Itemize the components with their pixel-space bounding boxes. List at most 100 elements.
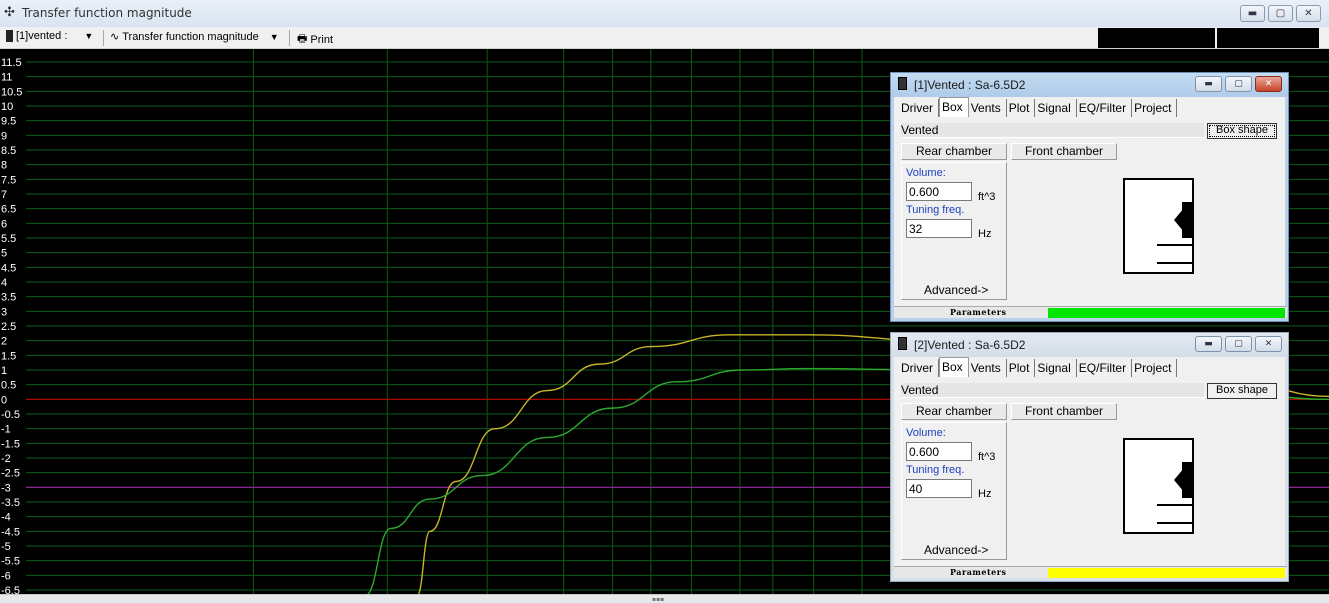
rear-chamber-panel: Volume: ft^3 Tuning freq. Hz Advanced-> (901, 422, 1007, 560)
box-tab-panel: Vented Box shape Rear chamber Front cham… (899, 377, 1282, 564)
y-tick-label: 10.5 (1, 86, 22, 98)
tuning-freq-input[interactable] (906, 479, 972, 498)
maximize-button[interactable]: ▢ (1225, 336, 1252, 352)
y-tick-label: -4 (1, 512, 11, 524)
y-tick-label: 0.5 (1, 380, 16, 392)
dialog-tabs: Driver Box Vents Plot Signal EQ/Filter P… (899, 97, 1178, 117)
y-tick-label: 11 (1, 72, 12, 84)
tab-project[interactable]: Project (1132, 99, 1178, 117)
advanced-link[interactable]: Advanced-> (924, 543, 988, 557)
volume-input[interactable] (906, 182, 972, 201)
y-tick-label: 9 (1, 130, 7, 142)
volume-input[interactable] (906, 442, 972, 461)
volume-unit: ft^3 (978, 451, 996, 463)
y-tick-label: 11.5 (1, 57, 22, 69)
tab-eq-filter[interactable]: EQ/Filter (1077, 99, 1133, 117)
tuning-freq-label: Tuning freq. (906, 204, 965, 216)
minimize-button[interactable]: ▬ (1240, 5, 1265, 22)
cone-icon (1174, 208, 1184, 232)
box-shape-button[interactable]: Box shape (1207, 383, 1277, 399)
y-tick-label: -1.5 (1, 438, 20, 450)
tab-box[interactable]: Box (939, 97, 969, 117)
parameters-status: Parameters (894, 566, 1287, 578)
volume-label: Volume: (906, 427, 946, 439)
driver-select-label: [1]vented : (16, 30, 68, 42)
dialog-tabs: Driver Box Vents Plot Signal EQ/Filter P… (899, 357, 1178, 377)
tuning-freq-input[interactable] (906, 219, 972, 238)
box-type-field[interactable]: Vented (901, 383, 1204, 398)
box-shape-button[interactable]: Box shape (1207, 123, 1277, 139)
y-tick-label: -3.5 (1, 497, 20, 509)
y-tick-label: 2 (1, 336, 7, 348)
y-tick-label: 0 (1, 394, 7, 406)
print-label: Print (310, 33, 334, 46)
plot-type-select[interactable]: ∿ Transfer function magnitude ▼ (110, 30, 279, 44)
tab-signal[interactable]: Signal (1035, 99, 1077, 117)
tab-vents[interactable]: Vents (969, 99, 1007, 117)
y-tick-label: 2.5 (1, 321, 16, 333)
port-line (1157, 522, 1194, 524)
port-line (1157, 244, 1194, 246)
y-tick-label: -5.5 (1, 556, 20, 568)
minimize-button[interactable]: ▬ (1195, 76, 1222, 92)
close-button[interactable]: ✕ (1255, 76, 1282, 92)
tab-project[interactable]: Project (1132, 359, 1178, 377)
window-controls: ▬ ▢ ✕ (1240, 5, 1321, 22)
tuning-freq-unit: Hz (978, 488, 992, 500)
dialog-titlebar[interactable]: [2]Vented : Sa-6.5D2 ▬ ▢ ✕ (891, 333, 1288, 357)
y-tick-label: 9.5 (1, 116, 16, 128)
printer-icon: 🖶 (297, 33, 308, 45)
tuning-freq-unit: Hz (978, 228, 992, 240)
readout-box (1098, 28, 1215, 48)
horizontal-scrollbar[interactable]: ▪▪▪ (0, 594, 1329, 603)
y-tick-label: 8 (1, 160, 7, 172)
driver-dialog-2: [2]Vented : Sa-6.5D2 ▬ ▢ ✕ Driver Box Ve… (890, 332, 1289, 582)
vented-box-diagram (1123, 178, 1194, 274)
crosshair-icon: ✣ (4, 5, 15, 20)
toolbar-separator (289, 30, 290, 46)
tab-plot[interactable]: Plot (1007, 359, 1036, 377)
tab-box[interactable]: Box (939, 357, 969, 377)
tab-driver[interactable]: Driver (899, 359, 939, 377)
minimize-button[interactable]: ▬ (1195, 336, 1222, 352)
rear-chamber-button[interactable]: Rear chamber (901, 403, 1007, 420)
dropdown-arrow-icon: ▼ (84, 31, 94, 41)
rear-chamber-panel: Volume: ft^3 Tuning freq. Hz Advanced-> (901, 162, 1007, 300)
waveform-icon: ∿ (110, 31, 120, 43)
scroll-grip-icon: ▪▪▪ (652, 596, 665, 603)
maximize-button[interactable]: ▢ (1225, 76, 1252, 92)
dialog-titlebar[interactable]: [1]Vented : Sa-6.5D2 ▬ ▢ ✕ (891, 73, 1288, 97)
tab-vents[interactable]: Vents (969, 359, 1007, 377)
dialog-controls: ▬ ▢ ✕ (1195, 76, 1282, 92)
y-tick-label: -2.5 (1, 468, 20, 480)
parameters-status: Parameters (894, 306, 1287, 318)
dropdown-arrow-icon: ▼ (269, 31, 279, 42)
front-chamber-button[interactable]: Front chamber (1011, 143, 1117, 160)
plot-type-label: Transfer function magnitude (122, 30, 259, 43)
readout-box (1217, 28, 1319, 48)
close-button[interactable]: ✕ (1296, 5, 1321, 22)
parameters-label: Parameters (950, 567, 1007, 577)
y-tick-label: -4.5 (1, 526, 20, 538)
driver-select[interactable]: [1]vented : ▼ (6, 30, 93, 42)
front-chamber-button[interactable]: Front chamber (1011, 403, 1117, 420)
tab-signal[interactable]: Signal (1035, 359, 1077, 377)
maximize-button[interactable]: ▢ (1268, 5, 1293, 22)
dialog-controls: ▬ ▢ ✕ (1195, 336, 1282, 352)
y-tick-label: -2 (1, 453, 11, 465)
speaker-icon (6, 30, 13, 42)
tab-eq-filter[interactable]: EQ/Filter (1077, 359, 1133, 377)
print-button[interactable]: 🖶 Print (297, 30, 333, 49)
port-line (1157, 262, 1194, 264)
port-line (1157, 504, 1194, 506)
y-tick-label: -6 (1, 570, 11, 582)
tab-plot[interactable]: Plot (1007, 99, 1036, 117)
volume-label: Volume: (906, 167, 946, 179)
advanced-link[interactable]: Advanced-> (924, 283, 988, 297)
box-type-field[interactable]: Vented (901, 123, 1204, 138)
window-titlebar: ✣ Transfer function magnitude ▬ ▢ ✕ (0, 0, 1329, 27)
close-button[interactable]: ✕ (1255, 336, 1282, 352)
tab-driver[interactable]: Driver (899, 99, 939, 117)
rear-chamber-button[interactable]: Rear chamber (901, 143, 1007, 160)
y-tick-label: 5.5 (1, 233, 16, 245)
